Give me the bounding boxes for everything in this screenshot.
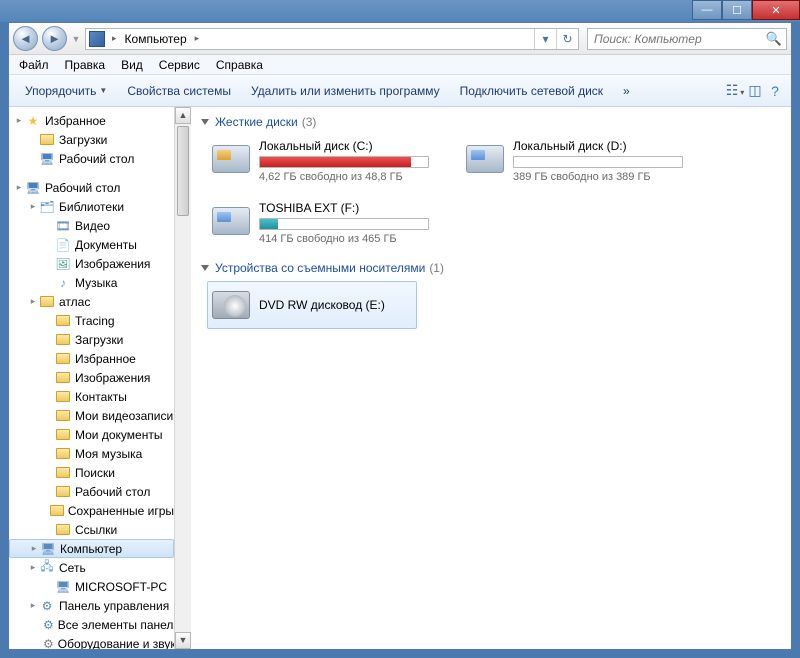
preview-pane-button[interactable]: ◫ — [745, 82, 765, 99]
command-bar: Упорядочить▼ Свойства системы Удалить ил… — [9, 75, 791, 107]
tree-favorites2[interactable]: Избранное — [9, 349, 174, 368]
tree-music[interactable]: ♪Музыка — [9, 273, 174, 292]
menu-file[interactable]: Файл — [11, 56, 57, 74]
tree-desktop-fav[interactable]: 🖥Рабочий стол — [9, 149, 174, 168]
tree-videos[interactable]: 🎞Видео — [9, 216, 174, 235]
uninstall-program-button[interactable]: Удалить или изменить программу — [241, 80, 450, 102]
tree-downloads[interactable]: Загрузки — [9, 130, 174, 149]
window-minimize-button[interactable]: — — [692, 0, 722, 20]
tree-atlas[interactable]: ▸атлас — [9, 292, 174, 311]
navpane-scrollbar[interactable]: ▲ ▼ — [174, 107, 191, 649]
drive-c[interactable]: Локальный диск (C:) 4,62 ГБ свободно из … — [207, 135, 437, 187]
recent-menu-icon[interactable]: ▼ — [71, 34, 81, 44]
drive-space-text: 414 ГБ свободно из 465 ГБ — [259, 233, 433, 245]
tree-microsoft-pc[interactable]: 🖥MICROSOFT-PC — [9, 577, 174, 596]
chevron-icon[interactable]: ▸ — [108, 33, 121, 44]
tree-control-panel[interactable]: ▸⚙Панель управления — [9, 596, 174, 615]
category-hard-disks[interactable]: Жесткие диски (3) — [201, 115, 781, 129]
drive-d[interactable]: Локальный диск (D:) 389 ГБ свободно из 3… — [461, 135, 691, 187]
tree-computer[interactable]: ▸🖥Компьютер — [9, 539, 174, 558]
drives-group: Локальный диск (C:) 4,62 ГБ свободно из … — [207, 135, 781, 249]
menu-view[interactable]: Вид — [113, 56, 151, 74]
hdd-icon — [465, 139, 505, 179]
space-bar — [259, 218, 429, 230]
forward-button[interactable]: ► — [42, 26, 67, 51]
tree-desktop[interactable]: ▸🖥Рабочий стол — [9, 178, 174, 197]
window-maximize-button[interactable]: ☐ — [722, 0, 752, 20]
chevron-icon[interactable]: ▸ — [191, 33, 204, 44]
hdd-icon — [211, 201, 251, 241]
tree-documents[interactable]: 📄Документы — [9, 235, 174, 254]
drive-name: Локальный диск (C:) — [259, 139, 433, 153]
scroll-down-button[interactable]: ▼ — [175, 632, 191, 649]
space-bar — [259, 156, 429, 168]
space-bar — [513, 156, 683, 168]
breadcrumb-computer[interactable]: Компьютер — [121, 29, 191, 49]
drive-name: Локальный диск (D:) — [513, 139, 687, 153]
tree-myvideo[interactable]: Мои видеозаписи — [9, 406, 174, 425]
category-removable[interactable]: Устройства со съемными носителями (1) — [201, 261, 781, 275]
tree-mydocs[interactable]: Мои документы — [9, 425, 174, 444]
dvd-icon — [211, 285, 251, 325]
view-options-button[interactable]: ☷▾ — [725, 82, 745, 99]
tree-favorites[interactable]: ▸★Избранное — [9, 111, 174, 130]
computer-icon — [89, 31, 105, 47]
scroll-track[interactable] — [175, 218, 191, 632]
search-icon: 🔍 — [766, 31, 782, 47]
collapse-icon — [201, 265, 209, 271]
folder-tree: ▸★Избранное Загрузки 🖥Рабочий стол ▸🖥Раб… — [9, 107, 174, 649]
map-network-drive-button[interactable]: Подключить сетевой диск — [450, 80, 613, 102]
tree-libraries[interactable]: ▸🗂Библиотеки — [9, 197, 174, 216]
drive-dvd[interactable]: DVD RW дисковод (E:) — [207, 281, 417, 329]
navigation-pane: ▸★Избранное Загрузки 🖥Рабочий стол ▸🖥Раб… — [9, 107, 174, 649]
window-close-button[interactable]: ✕ — [752, 0, 800, 20]
tree-network[interactable]: ▸🖧Сеть — [9, 558, 174, 577]
search-input[interactable] — [592, 31, 766, 47]
hdd-icon — [211, 139, 251, 179]
scroll-up-button[interactable]: ▲ — [175, 107, 191, 124]
more-commands-button[interactable]: » — [613, 80, 640, 102]
help-button[interactable]: ? — [765, 83, 785, 99]
tree-desktop2[interactable]: Рабочий стол — [9, 482, 174, 501]
drive-space-text: 4,62 ГБ свободно из 48,8 ГБ — [259, 171, 433, 183]
search-box[interactable]: 🔍 — [587, 28, 787, 50]
tree-searches[interactable]: Поиски — [9, 463, 174, 482]
explorer-window: ◄ ► ▼ ▸ Компьютер ▸ ▾ ↻ 🔍 Файл Правка Ви… — [8, 22, 792, 650]
history-dropdown-icon[interactable]: ▾ — [534, 29, 556, 49]
scroll-thumb[interactable] — [177, 126, 189, 216]
tree-hardware[interactable]: ⚙Оборудование и звук — [9, 634, 174, 649]
content-pane: Жесткие диски (3) Локальный диск (C:) 4,… — [191, 107, 791, 649]
tree-tracing[interactable]: Tracing — [9, 311, 174, 330]
menu-tools[interactable]: Сервис — [151, 56, 208, 74]
tree-downloads2[interactable]: Загрузки — [9, 330, 174, 349]
body: ▸★Избранное Загрузки 🖥Рабочий стол ▸🖥Раб… — [9, 107, 791, 649]
drive-f[interactable]: TOSHIBA EXT (F:) 414 ГБ свободно из 465 … — [207, 197, 437, 249]
refresh-button[interactable]: ↻ — [556, 29, 578, 49]
tree-savedgames[interactable]: Сохраненные игры — [9, 501, 174, 520]
menu-bar: Файл Правка Вид Сервис Справка — [9, 55, 791, 75]
tree-pictures[interactable]: 🖼Изображения — [9, 254, 174, 273]
drive-space-text: 389 ГБ свободно из 389 ГБ — [513, 171, 687, 183]
drive-name: DVD RW дисковод (E:) — [259, 298, 385, 312]
collapse-icon — [201, 119, 209, 125]
organize-button[interactable]: Упорядочить▼ — [15, 80, 117, 102]
tree-contacts[interactable]: Контакты — [9, 387, 174, 406]
menu-edit[interactable]: Правка — [57, 56, 114, 74]
devices-group: DVD RW дисковод (E:) — [207, 281, 781, 329]
tree-pictures2[interactable]: Изображения — [9, 368, 174, 387]
menu-help[interactable]: Справка — [208, 56, 271, 74]
titlebar: — ☐ ✕ — [0, 0, 800, 22]
drive-name: TOSHIBA EXT (F:) — [259, 201, 433, 215]
system-properties-button[interactable]: Свойства системы — [117, 80, 241, 102]
tree-links[interactable]: Ссылки — [9, 520, 174, 539]
tree-all-cp-items[interactable]: ⚙Все элементы панели — [9, 615, 174, 634]
address-bar[interactable]: ▸ Компьютер ▸ ▾ ↻ — [85, 28, 579, 50]
back-button[interactable]: ◄ — [13, 26, 38, 51]
navigation-bar: ◄ ► ▼ ▸ Компьютер ▸ ▾ ↻ 🔍 — [9, 23, 791, 55]
tree-mymusic[interactable]: Моя музыка — [9, 444, 174, 463]
